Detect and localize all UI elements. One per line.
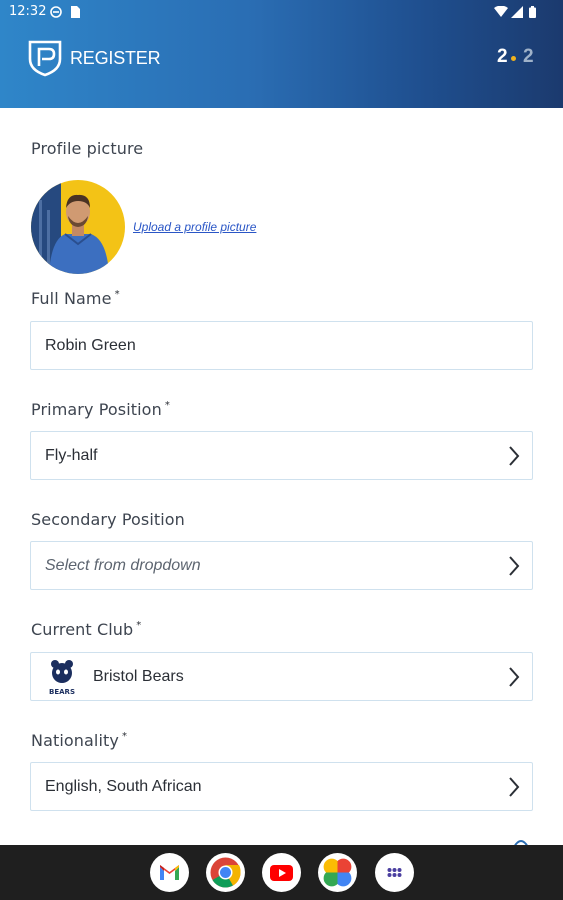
chevron-right-icon [509, 667, 520, 687]
gmail-glyph [160, 865, 179, 880]
status-bar: 12:32 [0, 0, 563, 24]
battery-icon [529, 6, 536, 22]
required-mark: * [121, 731, 128, 742]
shield-logo-icon [28, 40, 62, 77]
chevron-right-icon [509, 446, 520, 466]
full-name-value: Robin Green [45, 337, 136, 354]
avatar-photo [31, 180, 125, 274]
required-mark: * [136, 620, 142, 631]
secondary-position-label: Secondary Position [31, 510, 185, 529]
profile-picture-label: Profile picture [31, 139, 144, 158]
full-name-label: Full Name * [31, 289, 120, 308]
sim-card-icon [70, 6, 80, 22]
app-header: 12:32 REGISTER 2 2 [0, 0, 563, 108]
photos-glyph [323, 858, 352, 887]
app-dock [0, 845, 563, 900]
current-club-label: Current Club * [31, 620, 142, 639]
current-club-select[interactable]: BEARS Bristol Bears [30, 652, 533, 701]
required-mark: * [164, 400, 170, 411]
step-total: 2 [523, 46, 534, 67]
app-drawer-glyph [387, 868, 402, 877]
current-club-value: Bristol Bears [93, 668, 184, 685]
chrome-glyph [210, 857, 241, 888]
nationality-label: Nationality * [31, 731, 128, 750]
app-drawer-icon[interactable] [375, 853, 414, 892]
nationality-select[interactable]: English, South African [30, 762, 533, 811]
secondary-position-select[interactable]: Select from dropdown [30, 541, 533, 590]
youtube-glyph [270, 865, 293, 881]
required-mark: * [114, 289, 120, 300]
avatar[interactable] [31, 180, 125, 274]
upload-profile-picture-link[interactable]: Upload a profile picture [133, 220, 256, 234]
chevron-right-icon [509, 556, 520, 576]
nationality-value: English, South African [45, 778, 202, 795]
secondary-position-placeholder: Select from dropdown [45, 557, 201, 574]
status-time: 12:32 [9, 4, 47, 19]
step-separator-dot [511, 56, 516, 61]
primary-position-value: Fly-half [45, 447, 98, 464]
full-name-field[interactable]: Robin Green [30, 321, 533, 370]
wifi-icon [494, 5, 508, 22]
page-title: REGISTER [70, 48, 161, 68]
primary-position-select[interactable]: Fly-half [30, 431, 533, 480]
signal-icon [511, 6, 523, 22]
crest-text: BEARS [49, 688, 75, 696]
bristol-bears-crest-icon: BEARS [49, 660, 75, 696]
step-current: 2 [497, 46, 508, 67]
primary-position-label: Primary Position * [31, 400, 170, 419]
youtube-icon[interactable] [262, 853, 301, 892]
photos-icon[interactable] [318, 853, 357, 892]
gmail-icon[interactable] [150, 853, 189, 892]
chrome-icon[interactable] [206, 853, 245, 892]
notification-dot-icon [50, 6, 62, 22]
chevron-right-icon [509, 777, 520, 797]
